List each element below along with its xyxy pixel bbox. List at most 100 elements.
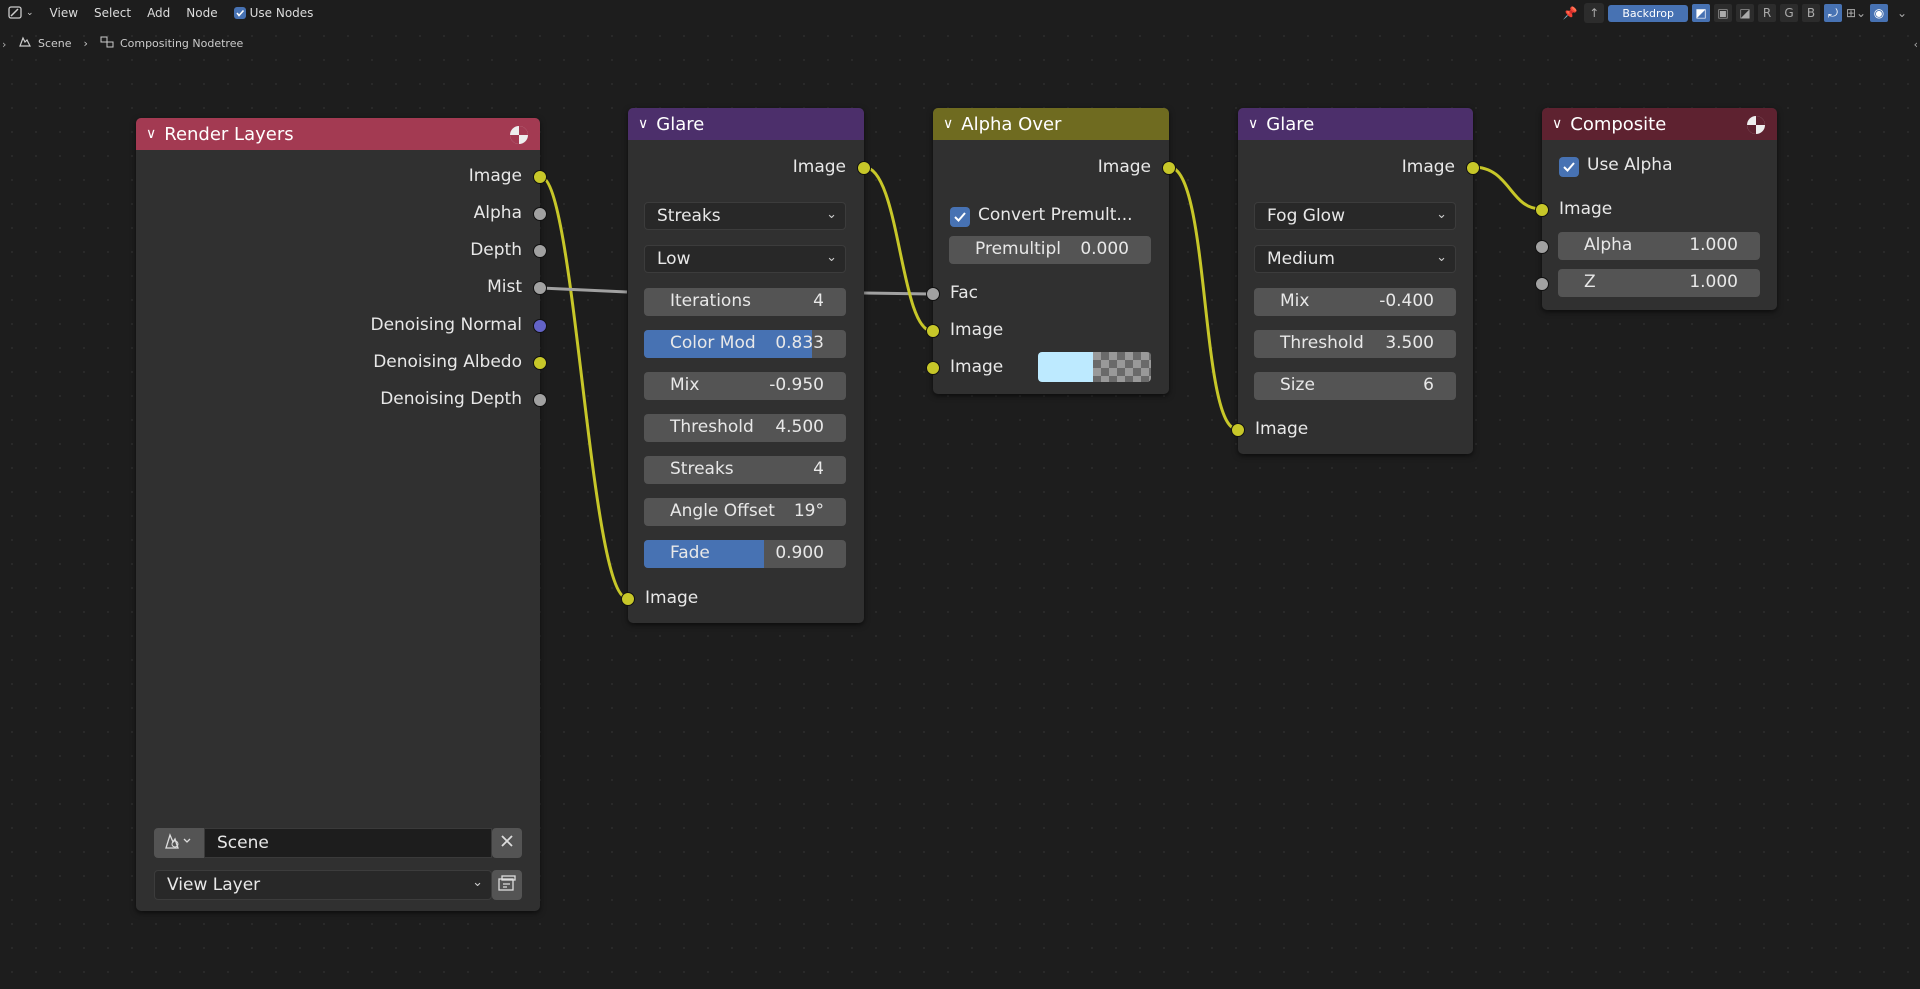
socket-image-out[interactable] [533,170,547,184]
output-denoising-normal: Denoising Normal [370,315,522,335]
collapse-chevron-icon[interactable]: ∨ [1248,116,1258,132]
channel-r-button[interactable]: R [1758,4,1776,22]
chevron-down-icon: ⌄ [26,8,34,18]
backdrop-toggle[interactable]: Backdrop [1608,4,1688,22]
socket-mist-out[interactable] [533,281,547,295]
threshold-field[interactable]: Threshold 4.500 [644,414,846,442]
menu-select[interactable]: Select [86,6,139,20]
socket-image-out[interactable] [1162,161,1176,175]
z-field[interactable]: Z 1.000 [1558,269,1760,297]
alpha-field[interactable]: Alpha 1.000 [1558,232,1760,260]
use-nodes-toggle[interactable]: Use Nodes [226,6,322,20]
overlays-icon[interactable]: ◉ [1870,4,1888,22]
socket-image-in-1[interactable] [926,324,940,338]
output-image: Image [1097,157,1151,177]
backdrop-color-alpha-icon[interactable]: ◩ [1692,4,1710,22]
render-layer-button[interactable] [492,870,522,900]
view-layer-dropdown[interactable]: View Layer ⌄ [154,870,492,900]
socket-image-in[interactable] [621,592,635,606]
convert-premultiplied-checkbox[interactable] [950,207,970,227]
scene-clear-button[interactable] [492,828,522,858]
editor-type-button[interactable]: ⌄ [8,6,34,20]
socket-image-in[interactable] [1231,423,1245,437]
region-toggle-left-icon[interactable]: › [2,38,6,51]
glare-header[interactable]: ∨ Glare [628,108,864,140]
use-alpha-checkbox[interactable] [1559,157,1579,177]
channel-g-button[interactable]: G [1780,4,1798,22]
region-toggle-right-icon[interactable]: ‹ [1914,38,1918,51]
socket-denoising-normal-out[interactable] [533,319,547,333]
field-label: Threshold [670,417,754,437]
alpha-over-node[interactable]: ∨ Alpha Over Image Convert Premult... Pr… [926,108,1176,394]
image-color-swatch[interactable] [1038,352,1151,382]
menu-view[interactable]: View [42,6,86,20]
quality-value: Medium [1267,249,1335,269]
channel-b-button[interactable]: B [1802,4,1820,22]
iterations-field[interactable]: Iterations 4 [644,288,846,316]
socket-denoising-depth-out[interactable] [533,393,547,407]
backdrop-color-icon[interactable]: ▣ [1714,4,1732,22]
scene-browse-button[interactable] [154,828,204,858]
menu-add[interactable]: Add [139,6,178,20]
menu-node[interactable]: Node [178,6,225,20]
field-value: 0.833 [775,333,824,353]
quality-dropdown[interactable]: Medium ⌄ [1254,245,1456,273]
render-icon[interactable] [508,124,530,151]
render-layer-icon [497,874,517,896]
header-right-tools: 📌 ↑ Backdrop ◩ ▣ ◪ R G B ⤾ ⊞⌄ ◉ ⌄ [1560,3,1912,23]
chevron-down-icon: ⌄ [472,875,483,890]
premultiplied-field[interactable]: Premultipl 0.000 [949,236,1151,264]
socket-image-out[interactable] [1466,161,1480,175]
field-value: 0.000 [1080,239,1129,259]
field-label: Z [1584,272,1596,292]
glare-header[interactable]: ∨ Glare [1238,108,1473,140]
pin-icon[interactable]: 📌 [1560,3,1580,23]
collapse-chevron-icon[interactable]: ∨ [638,116,648,132]
link-render-image-to-glare1-image [540,175,628,600]
glare-type-dropdown[interactable]: Streaks ⌄ [644,202,846,230]
quality-dropdown[interactable]: Low ⌄ [644,245,846,273]
socket-image-out[interactable] [857,161,871,175]
render-layers-header[interactable]: ∨ Render Layers [136,118,540,150]
field-value: 19° [793,501,824,521]
snap-target-icon[interactable]: ⊞⌄ [1846,3,1866,23]
fade-field[interactable]: Fade 0.900 [644,540,846,568]
socket-fac-in[interactable] [926,287,940,301]
size-field[interactable]: Size 6 [1254,372,1456,400]
breadcrumb-separator-icon: › [83,37,88,50]
breadcrumb-scene: Scene [38,37,72,50]
render-layers-node[interactable]: ∨ Render Layers Image Alpha Depth Mist D… [136,118,547,911]
node-title: Glare [1266,113,1315,135]
collapse-chevron-icon[interactable]: ∨ [943,116,953,132]
mix-field[interactable]: Mix -0.950 [644,372,846,400]
field-value: 4.500 [775,417,824,437]
overlays-dropdown-icon[interactable]: ⌄ [1892,3,1912,23]
link-alphaover-to-glare2 [1168,165,1238,431]
glare-type-dropdown[interactable]: Fog Glow ⌄ [1254,202,1456,230]
socket-image-in-2[interactable] [926,361,940,375]
angle-offset-field[interactable]: Angle Offset 19° [644,498,846,526]
field-value: -0.400 [1379,291,1434,311]
render-icon[interactable] [1745,114,1767,141]
composite-node[interactable]: ∨ Composite Use Alpha Image Alpha 1.000 … [1535,108,1777,310]
threshold-field[interactable]: Threshold 3.500 [1254,330,1456,358]
alpha-over-header[interactable]: ∨ Alpha Over [933,108,1169,140]
collapse-chevron-icon[interactable]: ∨ [146,126,156,142]
socket-denoising-albedo-out[interactable] [533,356,547,370]
glare-node-1[interactable]: ∨ Glare Image Streaks ⌄ Low ⌄ Iterations… [621,108,871,623]
parent-node-tree-icon[interactable]: ↑ [1584,3,1605,23]
socket-depth-out[interactable] [533,244,547,258]
scene-field[interactable]: Scene [204,828,492,858]
snap-icon[interactable]: ⤾ [1824,4,1842,22]
mix-field[interactable]: Mix -0.400 [1254,288,1456,316]
socket-alpha-in[interactable] [1535,240,1549,254]
socket-image-in[interactable] [1535,203,1549,217]
color-mod-field[interactable]: Color Mod 0.833 [644,330,846,358]
backdrop-alpha-icon[interactable]: ◪ [1736,4,1754,22]
composite-header[interactable]: ∨ Composite [1542,108,1777,140]
socket-alpha-out[interactable] [533,207,547,221]
glare-node-2[interactable]: ∨ Glare Image Fog Glow ⌄ Medium ⌄ Mix -0… [1231,108,1480,454]
streaks-field[interactable]: Streaks 4 [644,456,846,484]
socket-z-in[interactable] [1535,277,1549,291]
collapse-chevron-icon[interactable]: ∨ [1552,116,1562,132]
